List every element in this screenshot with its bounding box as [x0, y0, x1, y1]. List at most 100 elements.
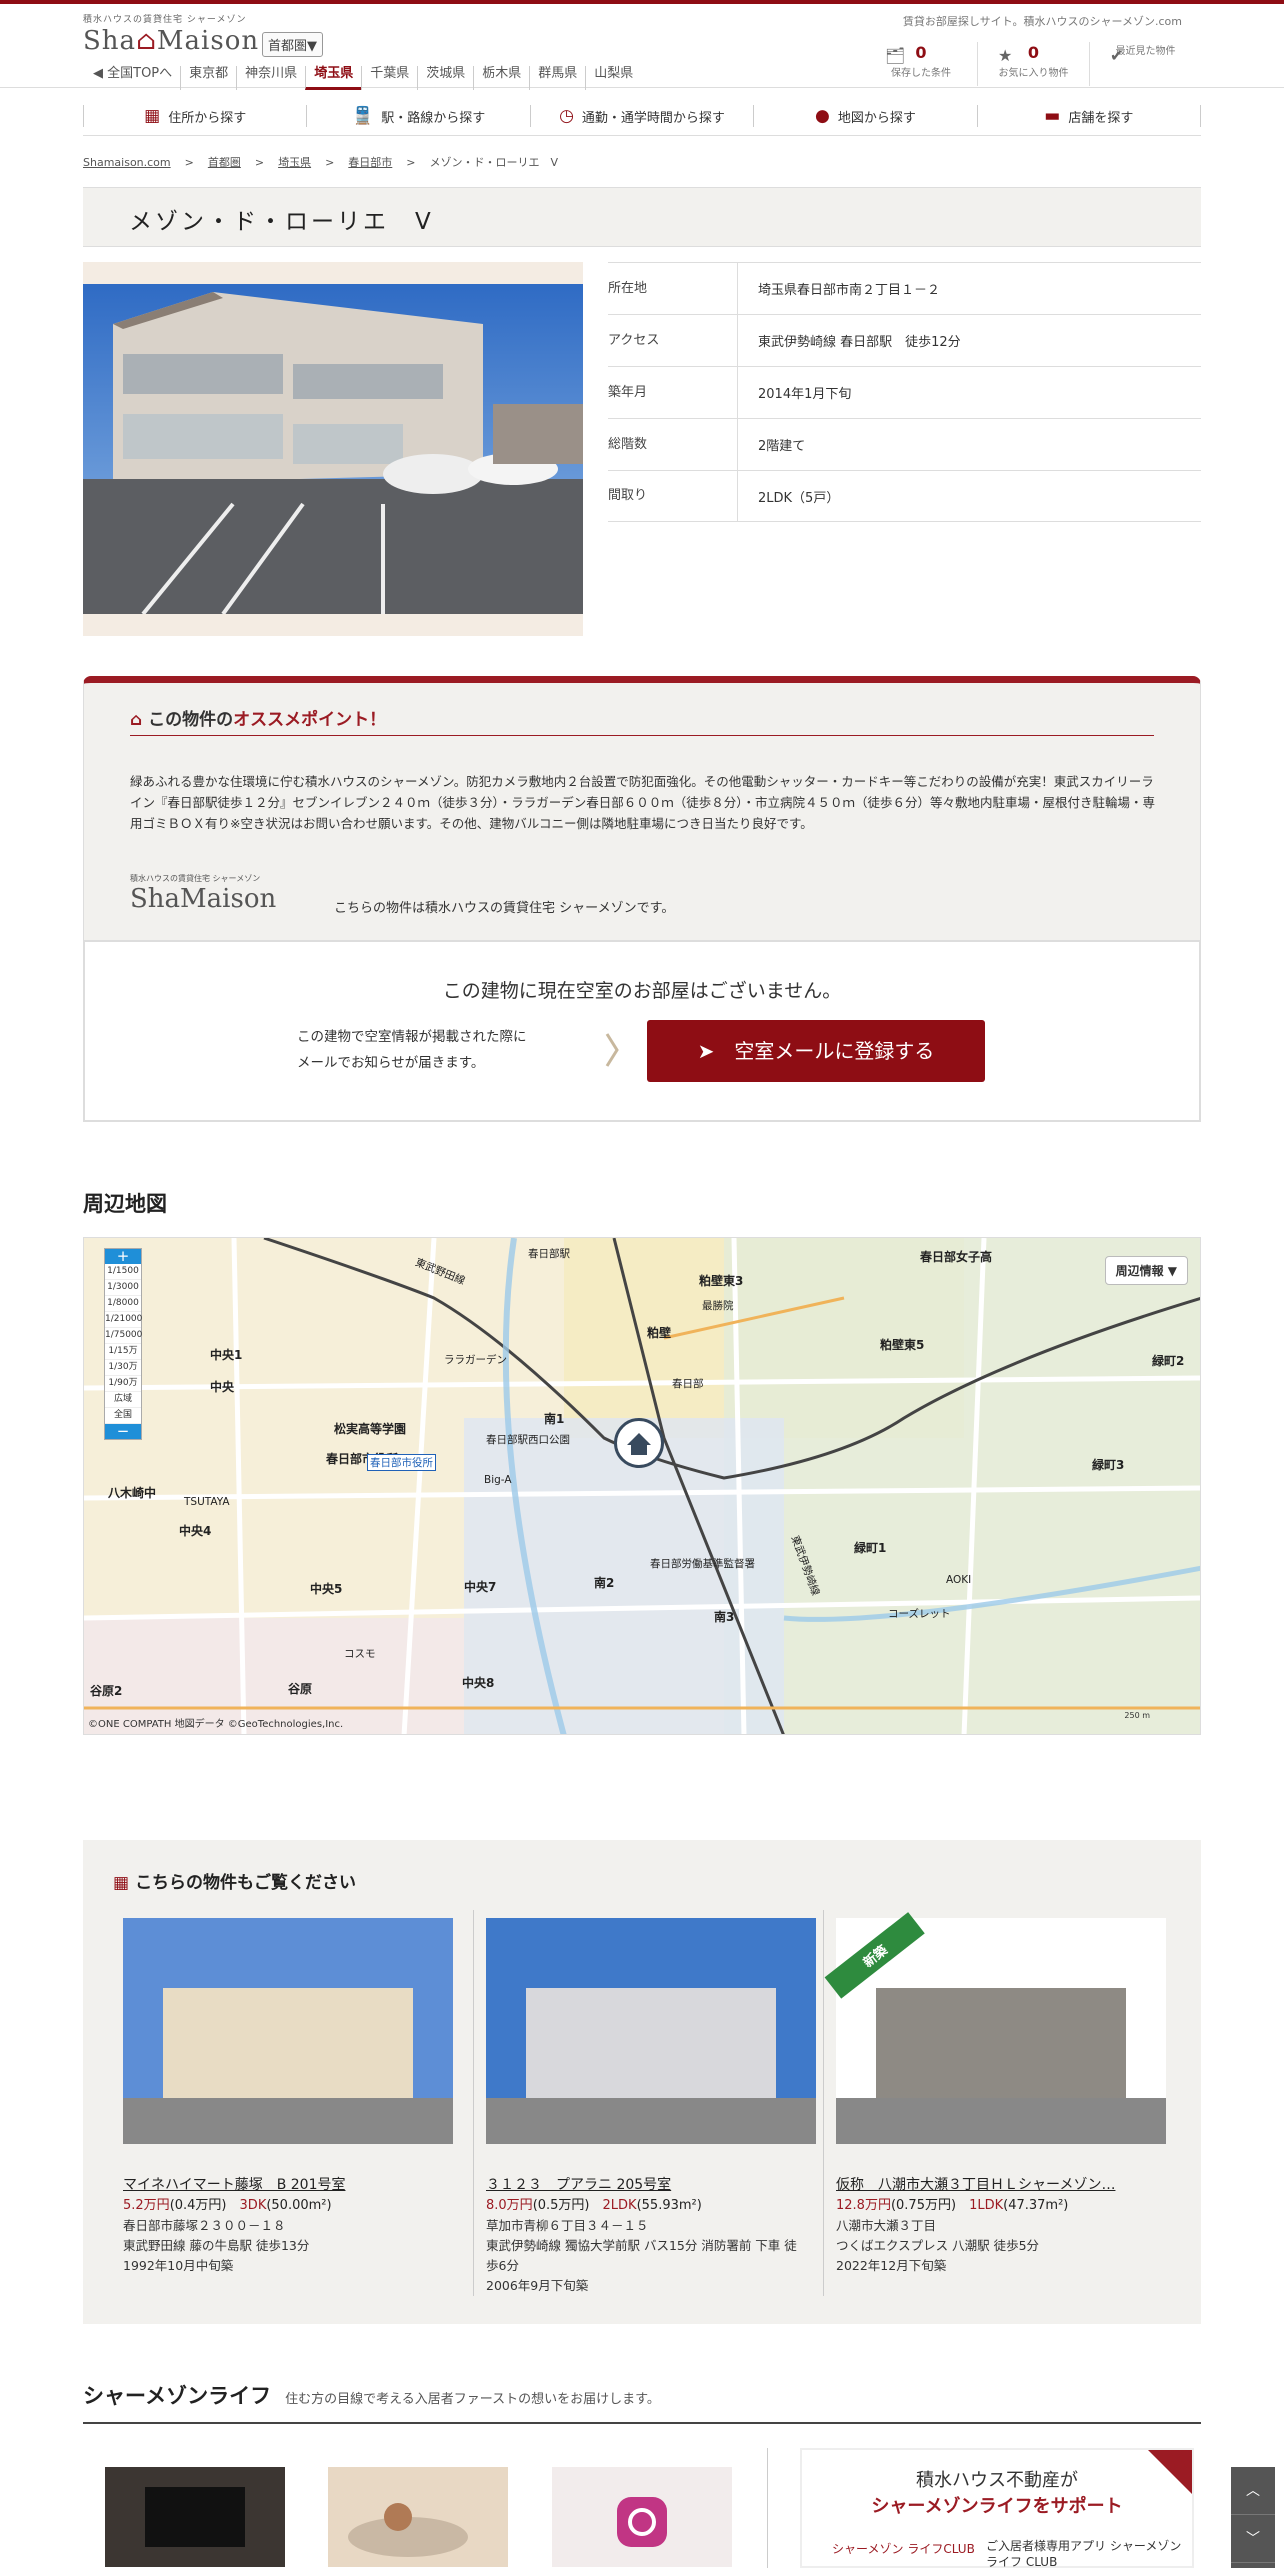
map-label: 中央1	[210, 1348, 243, 1362]
life-thumbnail[interactable]	[105, 2467, 285, 2567]
rent: 8.0万円	[486, 2198, 533, 2213]
train-icon: 🚆	[352, 106, 374, 126]
layout: 2LDK	[602, 2198, 637, 2213]
zoom-level[interactable]: 1/90万	[105, 1376, 141, 1392]
layout: 1LDK	[969, 2198, 1004, 2213]
zoom-level[interactable]: 1/30万	[105, 1360, 141, 1376]
prefecture-link[interactable]: 神奈川県	[236, 66, 305, 90]
map-label: 南1	[544, 1412, 565, 1426]
no-vacancy-message: この建物に現在空室のお部屋はございません。	[442, 980, 842, 1002]
map-copyright: ©ONE COMPATH 地図データ ©GeoTechnologies,Inc.	[88, 1719, 344, 1730]
zoom-level[interactable]: 1/1500	[105, 1264, 141, 1280]
map-label: 南3	[714, 1610, 735, 1624]
spec-value: 2014年1月下旬	[758, 387, 852, 402]
related-info: 八潮市大瀬３丁目 つくばエクスプレス 八潮駅 徒歩5分 2022年12月下旬築	[836, 2216, 1156, 2276]
fee: (0.4万円)	[169, 2198, 227, 2213]
breadcrumb-item[interactable]: 首都圏	[208, 156, 241, 169]
related-access: 東武野田線 藤の牛島駅 徒歩13分	[123, 2238, 310, 2253]
breadcrumb-item[interactable]: Shamaison.com	[83, 156, 171, 169]
spec-row: アクセス 東武伊勢崎線 春日部駅 徒歩12分	[608, 314, 1201, 367]
related-card[interactable]: ３１２３ プアラニ 205号室 8.0万円(0.5万円) 2LDK(55.93m²…	[473, 1910, 816, 2296]
zoom-out-button[interactable]: −	[105, 1424, 141, 1439]
layout: 3DK	[239, 2198, 267, 2213]
search-nav-label: 通勤・通学時間から探す	[581, 110, 725, 126]
search-by-clock[interactable]: ◷ 通勤・通学時間から探す	[531, 105, 755, 127]
zoom-in-button[interactable]: +	[105, 1249, 141, 1264]
zoom-level[interactable]: 1/21000	[105, 1312, 142, 1328]
area-map[interactable]: 粕壁東3 粕壁東5 粕壁 春日部 南1 南2 南3 中央1 中央 中央4 中央5…	[83, 1237, 1201, 1735]
search-by-train[interactable]: 🚆 駅・路線から探す	[307, 105, 531, 127]
prefecture-link[interactable]: ◀ 全国TOPへ	[83, 66, 180, 90]
saved-conditions-shortcut[interactable]: 🗂 0 保存した条件	[865, 42, 977, 86]
related-access: 東武伊勢崎線 獨協大学前駅 バス15分 消防署前 下車 徒歩6分	[486, 2238, 797, 2273]
related-card[interactable]: マイネハイマート藤塚 B 201号室 5.2万円(0.4万円) 3DK(50.00…	[123, 1910, 453, 2296]
header-shortcuts: 🗂 0 保存した条件 ★ 0 お気に入り物件 ✔ 最近見た物件	[865, 42, 1201, 86]
spec-value: 埼玉県春日部市南２丁目１－２	[758, 283, 941, 298]
map-label: 最勝院	[702, 1300, 734, 1312]
related-title: ▦ こちらの物件もご覧ください	[113, 1873, 357, 1893]
related-address: 草加市青柳６丁目３４－１５	[486, 2218, 649, 2233]
recently-viewed-icon: ✔	[1110, 46, 1124, 65]
scroll-bottom-button[interactable]: ﹀	[1231, 2515, 1275, 2563]
search-by-map-pin[interactable]: ● 地図から探す	[754, 105, 978, 127]
related-name[interactable]: ３１２３ プアラニ 205号室	[486, 2174, 816, 2194]
zoom-level[interactable]: 1/3000	[105, 1280, 141, 1296]
favorites-shortcut[interactable]: ★ 0 お気に入り物件	[977, 42, 1089, 86]
fee: (0.75万円)	[890, 2198, 957, 2213]
prefecture-link[interactable]: 埼玉県	[305, 66, 362, 90]
related-card[interactable]: 新築 仮称 八潮市大瀬３丁目ＨＬシャーメゾン… 12.8万円(0.75万円) 1LD…	[823, 1910, 1166, 2296]
map-label: コーズレット	[888, 1608, 951, 1620]
area-select[interactable]: 首都圏▼	[262, 32, 323, 57]
life-club-logo: シャーメゾン ライフCLUB	[832, 2542, 975, 2556]
map-label: 緑町3	[1092, 1458, 1125, 1472]
prefecture-link[interactable]: 栃木県	[473, 66, 529, 90]
scroll-top-button[interactable]: ︿	[1231, 2467, 1275, 2515]
prefecture-link[interactable]: 群馬県	[529, 66, 585, 90]
search-by-shop[interactable]: ▬ 店舗を探す	[978, 105, 1202, 127]
related-price: 8.0万円(0.5万円) 2LDK(55.93m²)	[486, 2194, 702, 2213]
saved-conditions-icon: 🗂	[885, 46, 906, 65]
property-photo[interactable]	[83, 262, 583, 636]
search-by-building[interactable]: ▦ 住所から探す	[83, 105, 308, 127]
life-support-banner[interactable]: 積水ハウス不動産が シャーメゾンライフをサポート シャーメゾン ライフCLUB …	[800, 2448, 1194, 2568]
zoom-level[interactable]: 1/75000	[105, 1328, 142, 1344]
map-title: 周辺地図	[83, 1192, 167, 1216]
zoom-level[interactable]: 1/8000	[105, 1296, 141, 1312]
zoom-level[interactable]: 1/15万	[105, 1344, 141, 1360]
related-built: 2006年9月下旬築	[486, 2278, 589, 2293]
related-photo[interactable]	[486, 1918, 816, 2144]
related-price: 5.2万円(0.4万円) 3DK(50.00m²)	[123, 2194, 332, 2213]
brand-subtitle: 積水ハウスの賃貸住宅 シャーメゾン	[83, 15, 247, 25]
related-name[interactable]: マイネハイマート藤塚 B 201号室	[123, 2174, 453, 2194]
prefecture-link[interactable]: 茨城県	[417, 66, 473, 90]
breadcrumb-separator: >	[406, 156, 416, 169]
related-photo[interactable]	[123, 1918, 453, 2144]
area: (55.93m²)	[636, 2198, 702, 2213]
map-label: 南2	[594, 1576, 615, 1590]
property-location-pin[interactable]	[614, 1418, 664, 1468]
instagram-thumbnail[interactable]	[552, 2467, 732, 2567]
logo-text-sha: Sha	[83, 26, 137, 56]
prefecture-link[interactable]: 千葉県	[361, 66, 417, 90]
prefecture-link[interactable]: 東京都	[180, 66, 236, 90]
breadcrumb-item[interactable]: 春日部市	[348, 156, 392, 169]
vacancy-mail-register-button[interactable]: ➤ 空室メールに登録する	[647, 1020, 985, 1082]
map-label: 緑町2	[1152, 1354, 1185, 1368]
rent: 12.8万円	[836, 2198, 891, 2213]
map-info-dropdown[interactable]: 周辺情報 ▼	[1104, 1256, 1188, 1285]
breadcrumb: Shamaison.com > 首都圏 > 埼玉県 > 春日部市 > メゾン・ド・ローリエ V	[83, 154, 572, 170]
logo-house-icon: ⌂	[136, 26, 157, 56]
spec-key: 所在地	[608, 262, 738, 315]
shortcut-count: 0	[1027, 43, 1040, 62]
map-label: 春日部駅西口公園	[486, 1434, 570, 1446]
zoom-level[interactable]: 広域	[105, 1392, 141, 1408]
shamaison-logo[interactable]: Sha⌂Maison	[83, 26, 259, 56]
recently-viewed-shortcut[interactable]: ✔ 最近見た物件	[1089, 42, 1201, 86]
search-nav-label: 店舗を探す	[1068, 110, 1134, 126]
life-thumbnail[interactable]	[328, 2467, 508, 2567]
map-pin-icon: ●	[814, 106, 830, 126]
map-label: 春日部市役所	[367, 1454, 436, 1471]
related-name[interactable]: 仮称 八潮市大瀬３丁目ＨＬシャーメゾン…	[836, 2174, 1166, 2194]
breadcrumb-item[interactable]: 埼玉県	[278, 156, 311, 169]
prefecture-link[interactable]: 山梨県	[585, 66, 641, 90]
